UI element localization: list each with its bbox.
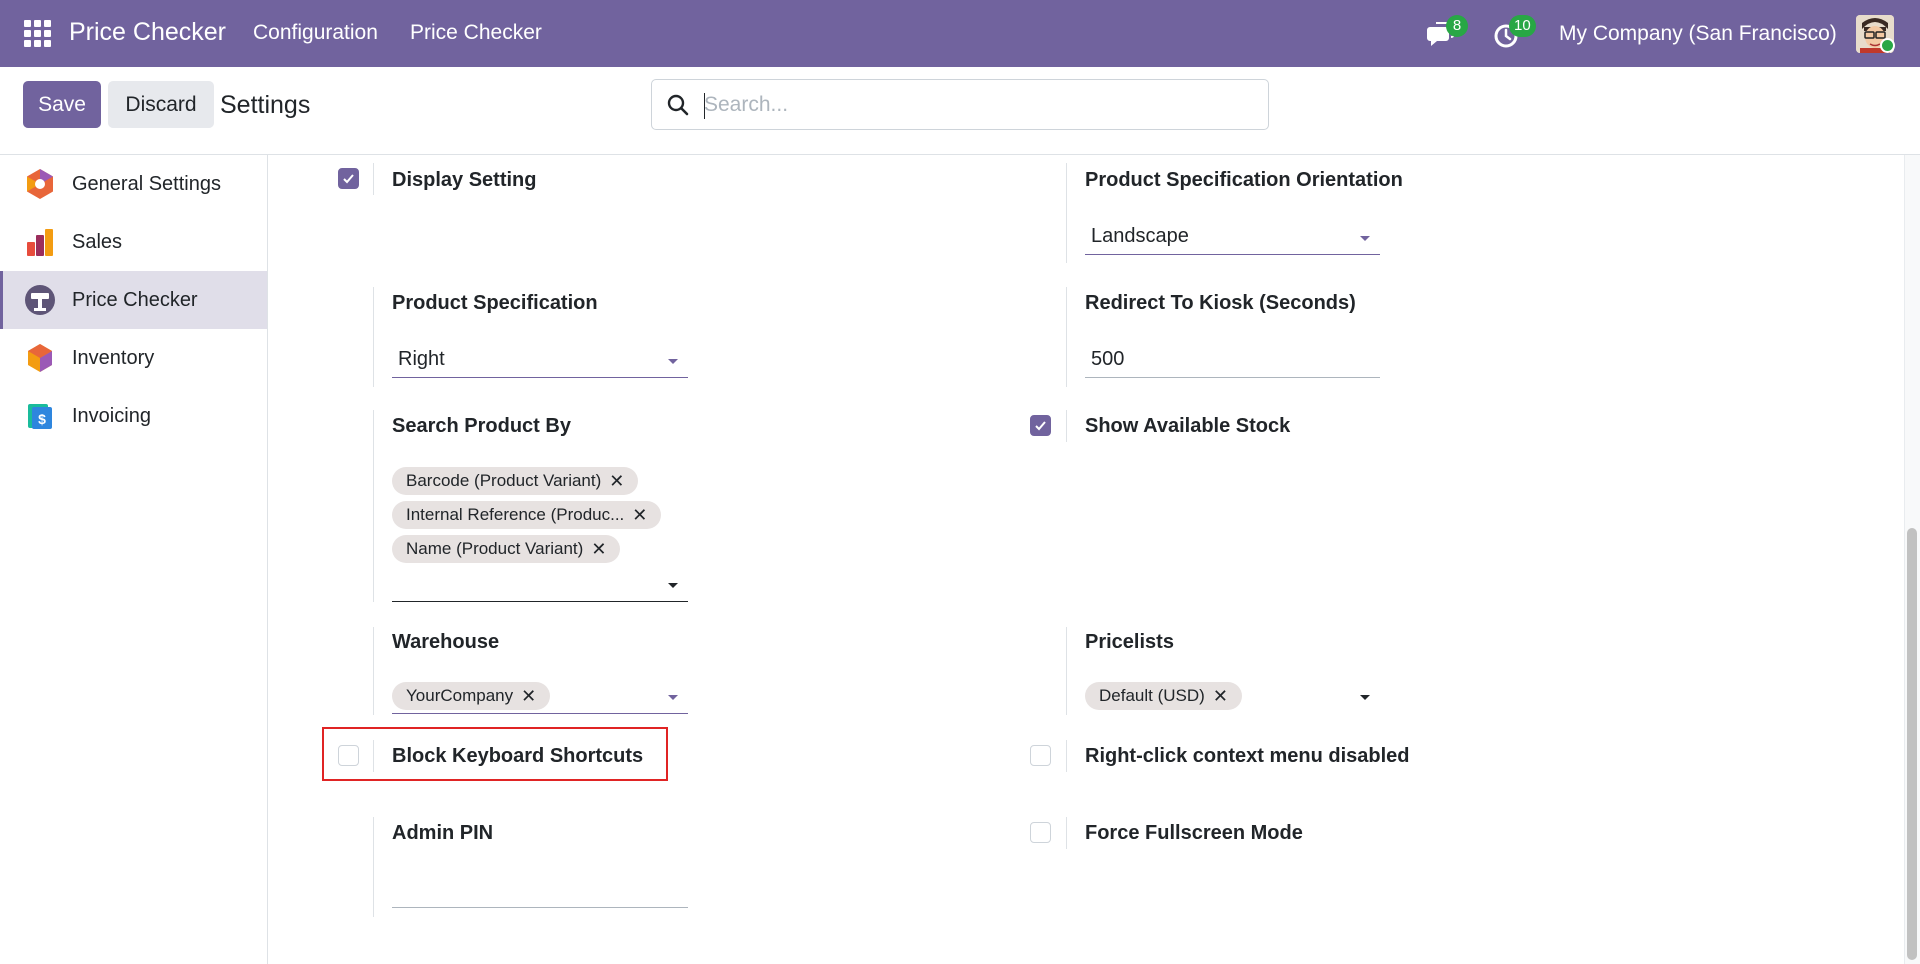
online-status-dot — [1880, 38, 1895, 53]
warehouse-select[interactable]: YourCompany ✕ — [392, 680, 688, 714]
force-fullscreen-label: Force Fullscreen Mode — [1085, 822, 1303, 844]
display-setting-checkbox[interactable] — [338, 168, 359, 189]
divider — [1066, 163, 1067, 263]
company-switcher[interactable]: My Company (San Francisco) — [1559, 22, 1837, 46]
divider — [1066, 287, 1067, 387]
pricelists-label: Pricelists — [1085, 631, 1174, 653]
price-checker-icon — [25, 285, 55, 315]
sidebar-item-label: Sales — [72, 230, 123, 253]
sidebar-item-inventory[interactable]: Inventory — [0, 329, 267, 387]
tag-barcode: Barcode (Product Variant) ✕ — [392, 467, 639, 495]
page-title: Settings — [220, 91, 311, 119]
tag-label: Internal Reference (Produc... — [406, 505, 625, 524]
chevron-down-icon — [668, 359, 678, 364]
search-input[interactable] — [704, 89, 1254, 121]
tag-label: YourCompany — [406, 686, 514, 705]
scrollbar-thumb[interactable] — [1907, 528, 1917, 960]
redirect-kiosk-label: Redirect To Kiosk (Seconds) — [1085, 292, 1356, 314]
chevron-down-icon — [1360, 236, 1370, 241]
remove-tag-icon[interactable]: ✕ — [632, 506, 647, 524]
redirect-kiosk-input[interactable]: 500 — [1085, 344, 1380, 378]
divider — [1066, 410, 1067, 442]
inventory-icon — [28, 344, 52, 372]
product-spec-select[interactable]: Right — [392, 344, 688, 378]
control-panel: Save Discard Settings — [0, 67, 1920, 155]
product-spec-value: Right — [398, 348, 445, 370]
tag-default-usd: Default (USD) ✕ — [1085, 682, 1242, 710]
settings-search-box[interactable] — [651, 79, 1269, 130]
force-fullscreen-checkbox[interactable] — [1030, 822, 1051, 843]
sidebar-item-general-settings[interactable]: General Settings — [0, 155, 267, 213]
search-icon — [667, 94, 689, 116]
chat-count-badge: 8 — [1446, 15, 1468, 37]
sidebar-item-label: Price Checker — [72, 288, 198, 311]
sidebar-item-label: Inventory — [72, 346, 155, 369]
divider — [373, 740, 374, 772]
sales-icon — [27, 229, 53, 256]
menu-price-checker[interactable]: Price Checker — [410, 21, 542, 45]
search-product-by-input[interactable] — [392, 568, 688, 602]
divider — [1066, 627, 1067, 715]
discard-button[interactable]: Discard — [108, 81, 214, 128]
remove-tag-icon[interactable]: ✕ — [591, 540, 606, 558]
sidebar-item-label: Invoicing — [72, 404, 151, 427]
chevron-down-icon — [668, 695, 678, 700]
divider — [1066, 817, 1067, 849]
show-stock-label: Show Available Stock — [1085, 415, 1291, 437]
invoicing-icon: $ — [28, 404, 52, 429]
divider — [373, 410, 374, 602]
orientation-label: Product Specification Orientation — [1085, 169, 1403, 191]
divider — [373, 817, 374, 917]
save-button[interactable]: Save — [23, 81, 101, 128]
remove-tag-icon[interactable]: ✕ — [1213, 687, 1228, 705]
search-product-by-label: Search Product By — [392, 415, 571, 437]
sidebar-item-label: General Settings — [72, 172, 221, 195]
admin-pin-input[interactable] — [392, 874, 688, 908]
redirect-kiosk-value: 500 — [1091, 348, 1125, 370]
divider — [373, 627, 374, 715]
divider — [373, 163, 374, 195]
remove-tag-icon[interactable]: ✕ — [521, 687, 536, 705]
settings-sidebar: General Settings Sales Price Checker Inv… — [0, 155, 268, 964]
sidebar-item-invoicing[interactable]: $ Invoicing — [0, 387, 267, 445]
block-shortcuts-checkbox[interactable] — [338, 745, 359, 766]
tag-name: Name (Product Variant) ✕ — [392, 535, 621, 563]
tag-yourcompany: YourCompany ✕ — [392, 682, 551, 710]
divider — [1066, 740, 1067, 772]
tag-label: Barcode (Product Variant) — [406, 471, 602, 490]
activity-count-badge: 10 — [1509, 15, 1536, 37]
tag-label: Default (USD) — [1099, 686, 1205, 705]
tag-internal-reference: Internal Reference (Produc... ✕ — [392, 501, 662, 529]
orientation-select[interactable]: Landscape — [1085, 221, 1380, 255]
product-spec-label: Product Specification — [392, 292, 598, 314]
chevron-down-icon — [1360, 695, 1370, 700]
warehouse-label: Warehouse — [392, 631, 500, 653]
pricelists-select[interactable]: Default (USD) ✕ — [1085, 680, 1380, 714]
tag-label: Name (Product Variant) — [406, 539, 584, 558]
right-click-label: Right-click context menu disabled — [1085, 745, 1410, 767]
show-stock-checkbox[interactable] — [1030, 415, 1051, 436]
apps-menu-icon[interactable] — [24, 20, 51, 47]
menu-configuration[interactable]: Configuration — [253, 21, 378, 45]
orientation-value: Landscape — [1091, 225, 1189, 247]
svg-text:$: $ — [38, 411, 46, 427]
right-click-checkbox[interactable] — [1030, 745, 1051, 766]
chevron-down-icon — [668, 583, 678, 588]
sidebar-item-price-checker[interactable]: Price Checker — [0, 271, 267, 329]
block-shortcuts-label: Block Keyboard Shortcuts — [392, 745, 644, 767]
top-navbar: Price Checker Configuration Price Checke… — [0, 0, 1920, 67]
sidebar-item-sales[interactable]: Sales — [0, 213, 267, 271]
divider — [373, 287, 374, 387]
display-setting-label: Display Setting — [392, 169, 537, 191]
admin-pin-label: Admin PIN — [392, 822, 494, 844]
remove-tag-icon[interactable]: ✕ — [609, 472, 624, 490]
text-cursor — [704, 93, 705, 119]
general-settings-icon — [27, 169, 53, 199]
app-brand[interactable]: Price Checker — [69, 18, 226, 47]
